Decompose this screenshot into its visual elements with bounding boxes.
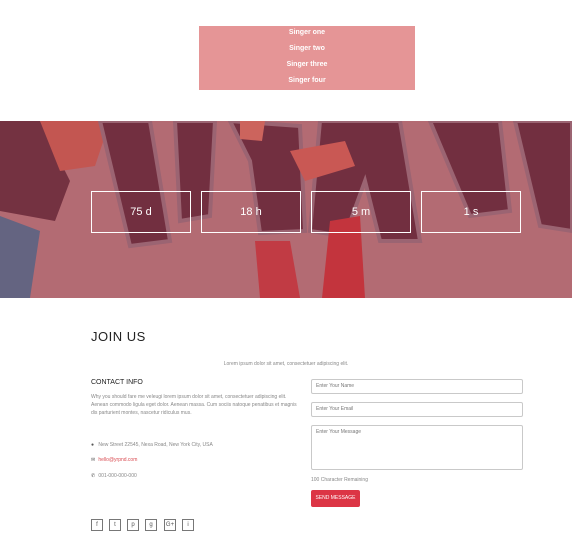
contact-email-link[interactable]: hello@yrpnd.com: [98, 457, 137, 463]
phone-icon: ✆: [91, 473, 96, 479]
message-field[interactable]: Enter Your Message: [311, 425, 523, 470]
google-plus-icon[interactable]: G+: [164, 519, 176, 531]
facebook-icon[interactable]: f: [91, 519, 103, 531]
menu-item-singer-one[interactable]: Singer one: [199, 26, 415, 42]
menu-item-singer-two[interactable]: Singer two: [199, 42, 415, 58]
countdown-hours: 18 h: [201, 191, 301, 233]
contact-phone-text: 001-000-000-000: [98, 473, 137, 479]
envelope-icon: ✉: [91, 457, 96, 463]
send-message-button[interactable]: SEND MESSAGE: [311, 490, 360, 507]
contact-phone: ✆ 001-000-000-000: [91, 472, 137, 480]
twitter-icon[interactable]: t: [109, 519, 121, 531]
name-field[interactable]: Enter Your Name: [311, 379, 523, 394]
contact-address-text: New Street 22545, Nexa Road, New York Ci…: [98, 442, 213, 448]
contact-description: Why you should fare me veleugi lorem ips…: [91, 394, 297, 416]
countdown-days: 75 d: [91, 191, 191, 233]
countdown-minutes: 5 m: [311, 191, 411, 233]
email-field[interactable]: Enter Your Email: [311, 402, 523, 417]
singer-dropdown-menu: Singer one Singer two Singer three Singe…: [199, 26, 415, 90]
github-icon[interactable]: g: [145, 519, 157, 531]
instagram-icon[interactable]: i: [182, 519, 194, 531]
char-remaining-text: 100 Character Remaining: [311, 477, 368, 483]
pinterest-icon[interactable]: p: [127, 519, 139, 531]
map-marker-icon: ●: [91, 442, 95, 448]
hero-banner: 75 d 18 h 5 m 1 s: [0, 121, 572, 298]
menu-item-singer-four[interactable]: Singer four: [199, 74, 415, 90]
join-us-title: JOIN US: [91, 329, 146, 344]
contact-address: ● New Street 22545, Nexa Road, New York …: [91, 441, 213, 449]
join-us-subtitle: Lorem ipsum dolor sit amet, consectetuer…: [223, 361, 349, 367]
contact-info-title: CONTACT INFO: [91, 379, 143, 386]
menu-item-singer-three[interactable]: Singer three: [199, 58, 415, 74]
contact-email: ✉ hello@yrpnd.com: [91, 456, 137, 464]
countdown-seconds: 1 s: [421, 191, 521, 233]
